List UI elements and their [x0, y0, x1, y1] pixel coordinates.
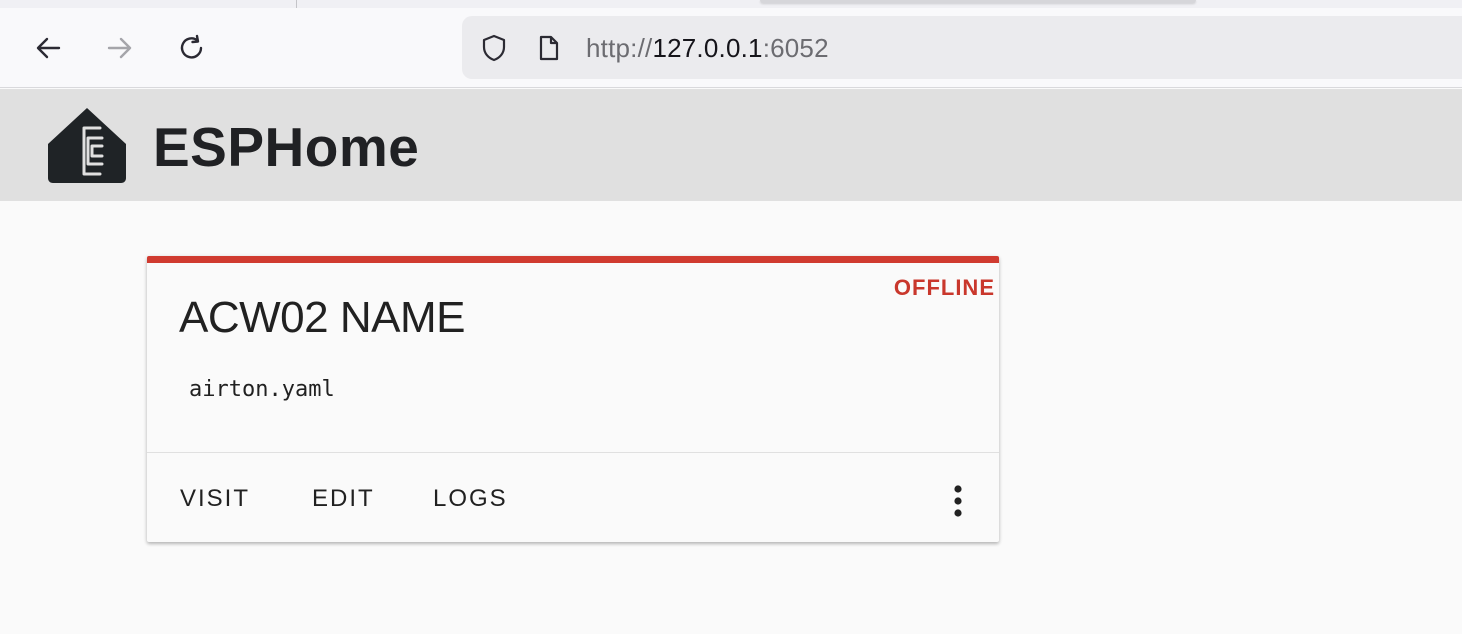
- app-title: ESPHome: [153, 116, 420, 178]
- more-vertical-icon: [954, 485, 962, 517]
- url-scheme: http://: [586, 33, 653, 63]
- config-filename: airton.yaml: [189, 377, 335, 402]
- status-badge: OFFLINE: [893, 275, 995, 300]
- more-menu-button[interactable]: [943, 481, 973, 521]
- device-card: OFFLINE ACW02 NAME airton.yaml VISIT EDI…: [147, 256, 999, 542]
- forward-arrow-icon: [107, 37, 132, 59]
- back-button[interactable]: [28, 28, 68, 68]
- url-port: :6052: [762, 33, 829, 63]
- page-icon[interactable]: [536, 34, 562, 62]
- reload-icon: [180, 34, 203, 59]
- tab-separator: [296, 0, 297, 8]
- edit-button[interactable]: EDIT: [312, 485, 375, 513]
- browser-tabstrip: [0, 0, 1462, 8]
- app-header: ESPHome: [0, 89, 1462, 201]
- address-bar[interactable]: http://127.0.0.1:6052: [462, 16, 1462, 79]
- card-divider: [147, 452, 999, 453]
- browser-toolbar: http://127.0.0.1:6052: [0, 8, 1462, 88]
- active-tab[interactable]: [760, 0, 1196, 3]
- back-arrow-icon: [36, 37, 61, 59]
- logs-button[interactable]: LOGS: [433, 485, 508, 513]
- url-host: 127.0.0.1: [652, 33, 763, 63]
- esphome-logo-icon: [48, 108, 126, 183]
- reload-button[interactable]: [172, 28, 212, 68]
- visit-button[interactable]: VISIT: [180, 485, 250, 513]
- shield-icon[interactable]: [480, 34, 508, 62]
- forward-button[interactable]: [100, 28, 140, 68]
- device-name: ACW02 NAME: [179, 293, 465, 342]
- url-text[interactable]: http://127.0.0.1:6052: [586, 33, 829, 64]
